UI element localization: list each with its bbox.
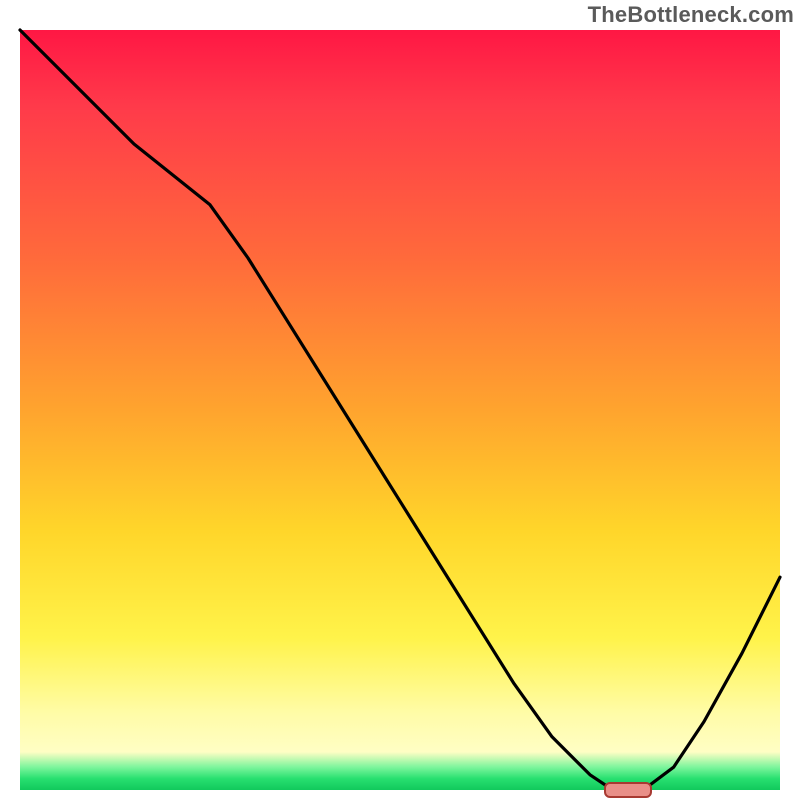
bottleneck-chart-stage: TheBottleneck.com	[0, 0, 800, 800]
optimum-marker	[604, 782, 652, 798]
curve-path	[20, 30, 780, 790]
watermark-text: TheBottleneck.com	[588, 2, 794, 28]
chart-area	[20, 30, 780, 790]
bottleneck-curve	[20, 30, 780, 790]
